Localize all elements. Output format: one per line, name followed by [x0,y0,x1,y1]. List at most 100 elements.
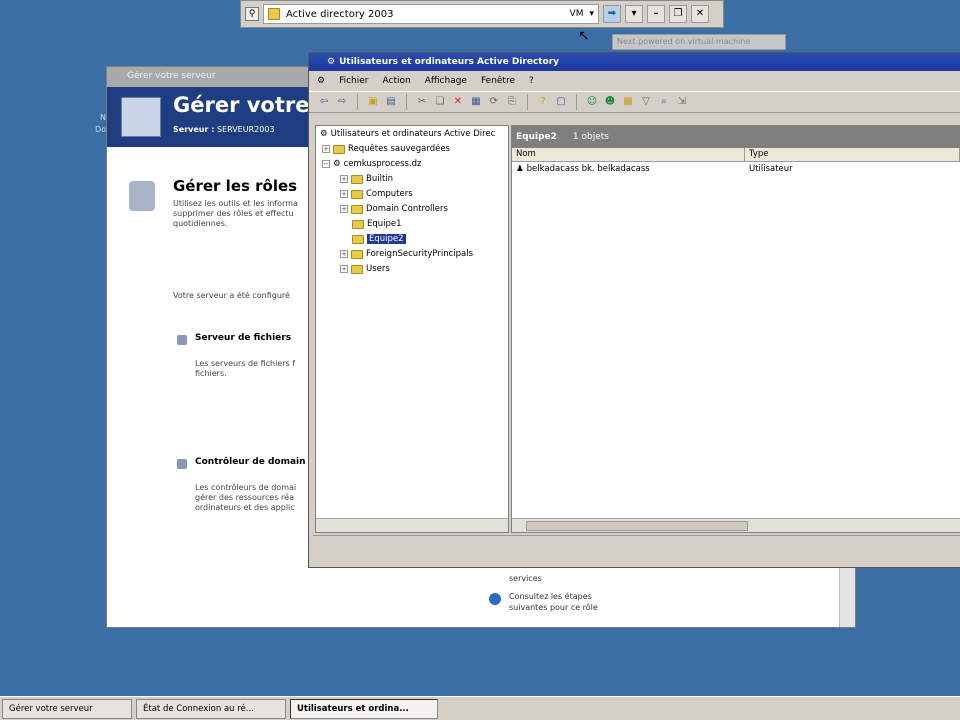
banner: Gérer votre Serveur : SERVEUR2003 [107,87,317,147]
menu-fenetre[interactable]: Fenêtre [481,76,515,86]
tree-item-computers[interactable]: + Computers [340,189,413,199]
taskbar-item-connection-state[interactable]: État de Connexion au ré... [136,698,286,719]
refresh-icon[interactable]: ⟳ [487,95,501,109]
user-icon: ♟ [516,164,524,174]
next-vm-button[interactable]: ➡ [603,5,621,23]
toolbar-separator [527,94,528,110]
expand-icon[interactable]: + [340,265,348,273]
tree-item-foreign-security[interactable]: + ForeignSecurityPrincipals [340,249,473,259]
tree-label: Builtin [366,174,394,184]
minimize-button[interactable]: – [647,5,665,23]
copy-icon[interactable]: ❏ [433,95,447,109]
taskbar-item-ad-users[interactable]: Utilisateurs et ordina... [290,698,438,719]
horizontal-scrollbar[interactable] [316,518,508,532]
find-icon[interactable]: ⌕ [657,95,671,109]
restore-button[interactable]: ❐ [669,5,687,23]
toolbar-separator [357,94,358,110]
roles-heading: Gérer les rôles [173,177,298,195]
row-type: Utilisateur [748,164,793,174]
expand-icon[interactable]: + [340,250,348,258]
object-count: 1 objets [572,132,609,142]
vm-toolbar: ⚲ Active directory 2003 VM ▾ ➡ ▾ – ❐ ✕ [240,0,724,28]
folder-icon [351,174,363,184]
tree-item-saved-queries[interactable]: + Requêtes sauvegardées [322,144,450,154]
filter-icon[interactable]: ▽ [639,95,653,109]
folder-icon [333,144,345,154]
tree-item-equipe2[interactable]: Equipe2 [352,234,406,244]
folder-icon [352,234,364,244]
chevron-down-icon[interactable]: ▾ [589,9,594,19]
mouse-cursor-icon: ↖ [578,28,590,44]
domain-icon: ⚙ [333,159,341,169]
tree-item-users[interactable]: + Users [340,264,390,274]
list-title: Equipe2 [516,132,557,142]
tree-item-domain-controllers[interactable]: + Domain Controllers [340,204,448,214]
tree-item-builtin[interactable]: + Builtin [340,174,393,184]
taskbar-item-manage-server[interactable]: Gérer votre serveur [2,698,132,719]
export-icon[interactable]: ⎘ [505,95,519,109]
tree-label: Utilisateurs et ordinateurs Active Direc [330,129,496,139]
tree-root[interactable]: ⚙ Utilisateurs et ordinateurs Active Dir… [320,129,495,139]
chevron-down-icon[interactable]: ▾ [625,5,643,23]
ad-app-icon: ⚙ [327,57,336,67]
vm-icon [268,8,280,20]
row-name: belkadacass bk. belkadacass [526,164,650,174]
ad-users-computers-window: ⚙ Utilisateurs et ordinateurs Active Dir… [308,52,960,568]
menu-help[interactable]: ? [529,76,534,86]
column-header-name[interactable]: Nom [512,148,745,161]
menu-fichier[interactable]: Fichier [339,76,368,86]
list-item[interactable]: ♟ belkadacass bk. belkadacass Utilisateu… [512,162,960,176]
collapse-icon[interactable]: − [322,160,330,168]
tree-label: Computers [366,189,413,199]
pin-icon[interactable]: ⚲ [245,7,259,21]
folder-icon [351,264,363,274]
up-folder-icon[interactable]: ▣ [366,95,380,109]
domain-controller-icon [177,459,187,469]
properties-icon[interactable]: ▦ [469,95,483,109]
server-icon [121,97,161,137]
desktop-icon-label[interactable]: N Do [88,112,106,136]
next-steps-link[interactable]: Consultez les étapes suivantes pour ce r… [509,591,629,613]
roles-icon [129,181,155,211]
taskbar: Gérer votre serveur État de Connexion au… [0,696,960,720]
close-button[interactable]: ✕ [691,5,709,23]
expand-icon[interactable]: + [340,175,348,183]
menu-bar: ⚙ Fichier Action Affichage Fenêtre ? [309,71,960,91]
tree-label: Equipe1 [367,219,402,229]
scroll-thumb[interactable] [526,521,748,531]
delete-icon[interactable]: ✕ [451,95,465,109]
ad-window-title: Utilisateurs et ordinateurs Active Direc… [339,57,560,67]
horizontal-scrollbar[interactable] [512,518,960,532]
vm-selector[interactable]: Active directory 2003 VM ▾ [263,4,599,24]
cut-icon[interactable]: ✂ [415,95,429,109]
column-headers: Nom Type [512,148,960,162]
file-menu-icon: ⚙ [317,76,326,86]
toolbar-separator [406,94,407,110]
column-header-type[interactable]: Type [745,148,960,161]
expand-icon[interactable]: + [340,190,348,198]
show-tree-icon[interactable]: ▤ [384,95,398,109]
services-link[interactable]: services [509,573,629,584]
tree-label: cemkusprocess.dz [343,159,422,169]
back-icon[interactable]: ⇦ [317,95,331,109]
vm-title: Active directory 2003 [286,8,394,20]
new-ou-icon[interactable]: ▩ [621,95,635,109]
forward-icon[interactable]: ⇨ [335,95,349,109]
expand-icon[interactable]: + [322,145,330,153]
new-user-icon[interactable]: ☺ [585,95,599,109]
help-icon[interactable]: ? [536,95,550,109]
menu-action[interactable]: Action [383,76,411,86]
add-to-group-icon[interactable]: ⇲ [675,95,689,109]
tree-item-equipe1[interactable]: Equipe1 [352,219,402,229]
domain-controller-title: Contrôleur de domain [195,457,306,467]
expand-icon[interactable]: + [340,205,348,213]
menu-affichage[interactable]: Affichage [425,76,467,86]
ad-root-icon: ⚙ [320,129,328,139]
ad-titlebar[interactable]: ⚙ Utilisateurs et ordinateurs Active Dir… [309,53,960,71]
console-icon[interactable]: ▢ [554,95,568,109]
folder-icon [352,219,364,229]
new-group-icon[interactable]: ☻ [603,95,617,109]
tree-pane: ⚙ Utilisateurs et ordinateurs Active Dir… [315,125,509,533]
tree-item-domain[interactable]: − ⚙ cemkusprocess.dz [322,159,422,169]
tree-label: Equipe2 [367,234,406,244]
